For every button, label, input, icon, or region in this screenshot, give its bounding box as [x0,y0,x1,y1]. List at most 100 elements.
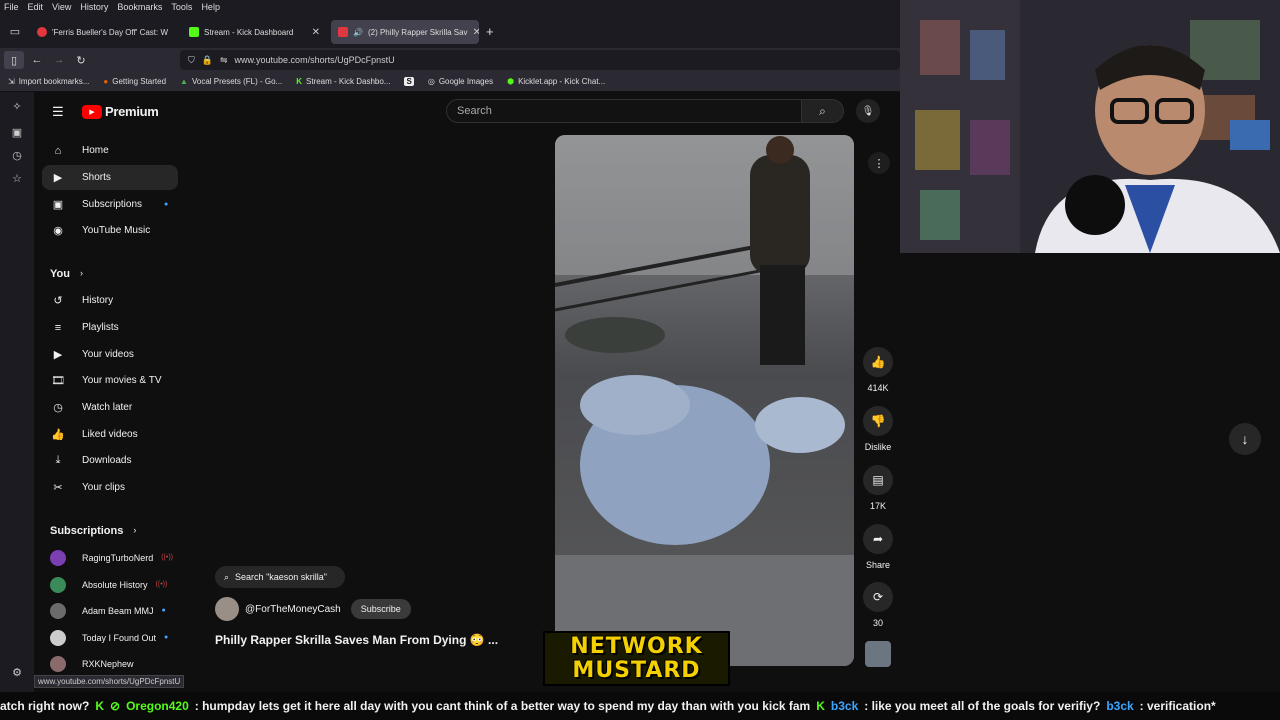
remix-count: 30 [872,618,883,628]
bookmark-label: Google Images [438,77,494,86]
nav-label: Playlists [82,322,119,333]
bookmark-label: Stream - Kick Dashbo... [306,77,391,86]
search-input[interactable]: Search [446,99,802,123]
history-clock-icon[interactable]: ◷ [10,149,24,163]
menu-file[interactable]: File [4,2,19,12]
shorts-icon: ▶ [53,172,63,184]
bookmark-import[interactable]: ⇲ Import bookmarks... [8,77,89,86]
subscriptions-heading[interactable]: Subscriptions › [50,525,136,537]
s-logo-icon: S [404,77,414,86]
sidebar-settings-icon[interactable]: ⚙ [10,666,24,680]
nav-label: Shorts [82,172,111,183]
channel-name: RagingTurboNerd [82,552,154,563]
subscribe-button[interactable]: Subscribe [350,599,411,619]
comments-button[interactable]: ▤ [863,465,893,495]
bookmark-getting-started[interactable]: ● Getting Started [103,77,166,86]
nav-label: Watch later [82,402,133,413]
forward-button[interactable]: → [48,49,70,71]
ai-sparkle-icon[interactable]: ✧ [10,100,24,114]
youtube-play-icon: ▶ [82,104,102,119]
tab-youtube-short[interactable]: 🔊 (2) Philly Rapper Skrilla Sav ✕ [331,20,479,44]
favicon-icon [37,27,47,37]
like-button[interactable]: 👍 [863,347,893,377]
tab-ferris-bueller[interactable]: 'Ferris Bueller's Day Off' Cast: W [30,20,182,44]
lock-icon[interactable]: 🔒 [202,55,213,66]
tab-title: Stream - Kick Dashboard [204,27,294,37]
tab-close-icon[interactable]: ✕ [312,27,320,38]
related-search-pill[interactable]: ⌕ Search "kaeson skrilla" [215,566,345,588]
next-short-button[interactable]: ↓ [1229,423,1261,455]
new-tab-button[interactable]: + [486,24,494,39]
network-mustard-logo: NETWORK MUSTARD [543,631,730,686]
sound-thumbnail[interactable] [865,641,891,667]
nav-playlists[interactable]: ≡ Playlists [42,315,178,340]
nav-label: Home [82,145,109,156]
live-icon: ((•)) [155,581,168,588]
nav-your-videos[interactable]: ▶ Your videos [42,342,178,367]
you-heading[interactable]: You › [50,268,83,280]
chevron-right-icon: › [133,525,137,535]
menu-edit[interactable]: Edit [28,2,44,12]
bookmark-vocal-presets[interactable]: ▲ Vocal Presets (FL) - Go... [180,77,282,86]
nav-shorts[interactable]: ▶ Shorts [42,165,178,190]
sub-channel-adam-beam[interactable]: Adam Beam MMJ ● [42,598,178,623]
nav-your-movies-tv[interactable]: 🎞 Your movies & TV [42,368,178,393]
menu-bookmarks[interactable]: Bookmarks [117,2,162,12]
download-icon: ⤓ [55,454,61,466]
more-options-icon[interactable]: ⋮ [868,152,890,174]
url-bar[interactable]: ⛉ 🔒 ⇋ www.youtube.com/shorts/UgPDcFpnstU [180,50,900,70]
bookmark-kick-dashboard[interactable]: K Stream - Kick Dashbo... [296,77,390,86]
sub-channel-today-i-found-out[interactable]: Today I Found Out ● [42,625,178,650]
search-button[interactable]: ⌕ [802,99,844,123]
nav-history[interactable]: ↺ History [42,288,178,313]
bookmark-label: Getting Started [112,77,167,86]
audio-playing-icon[interactable]: 🔊 [353,28,363,37]
bookmark-s[interactable]: S [404,77,414,86]
short-video-player[interactable] [555,135,854,666]
nav-youtube-music[interactable]: ◉ YouTube Music [42,218,178,243]
share-icon: ➦ [872,532,884,546]
bookmark-label: Import bookmarks... [18,77,90,86]
share-button[interactable]: ➦ [863,524,893,554]
permissions-icon[interactable]: ⇋ [220,55,228,66]
sub-channel-ragingturbonerd[interactable]: RagingTurboNerd ((•)) [42,545,178,570]
voice-search-button[interactable]: 🎙 [856,99,880,123]
menu-tools[interactable]: Tools [171,2,192,12]
nav-home[interactable]: ⌂ Home [42,138,178,163]
nav-downloads[interactable]: ⤓ Downloads [42,448,178,473]
reload-button[interactable]: ↻ [70,49,92,71]
channel-name[interactable]: @ForTheMoneyCash [245,604,341,615]
video-title[interactable]: Philly Rapper Skrilla Saves Man From Dyi… [215,633,498,647]
live-icon: ((•)) [161,554,173,561]
bookmark-label: Kicklet.app - Kick Chat... [518,77,606,86]
tab-kick-dashboard[interactable]: Stream - Kick Dashboard ✕ [182,20,327,44]
menu-history[interactable]: History [80,2,108,12]
shield-icon[interactable]: ⛉ [188,55,195,66]
back-button[interactable]: ← [26,49,48,71]
kick-icon: K [816,699,825,713]
url-text[interactable]: www.youtube.com/shorts/UgPDcFpnstU [235,55,395,65]
hamburger-menu-icon[interactable]: ☰ [52,104,64,120]
menu-help[interactable]: Help [201,2,220,12]
nav-liked-videos[interactable]: 👍 Liked videos [42,422,178,447]
sub-channel-rxknephew[interactable]: RXKNephew [42,651,178,676]
synced-tabs-icon[interactable]: ▣ [10,126,24,140]
nav-label: Your videos [82,349,134,360]
sidebar-toggle-icon[interactable]: ▯ [4,51,24,69]
tab-overview-icon[interactable]: ▭ [4,20,26,42]
remix-button[interactable]: ⟳ [863,582,893,612]
bookmark-star-icon[interactable]: ☆ [10,172,24,186]
dislike-button[interactable]: 👎 [863,406,893,436]
search-icon: ⌕ [819,103,826,118]
bookmark-kicklet[interactable]: ⬢ Kicklet.app - Kick Chat... [507,77,605,86]
nav-subscriptions[interactable]: ▣ Subscriptions ● [42,192,178,217]
nav-your-clips[interactable]: ✂ Your clips [42,475,178,500]
youtube-premium-logo[interactable]: ▶ Premium [82,104,159,119]
bookmark-google-images[interactable]: ◎ Google Images [428,77,493,86]
menu-view[interactable]: View [52,2,71,12]
sub-channel-absolute-history[interactable]: Absolute History ((•)) [42,572,178,597]
nav-watch-later[interactable]: ◷ Watch later [42,395,178,420]
channel-avatar[interactable] [215,597,239,621]
tab-close-icon[interactable]: ✕ [473,27,479,38]
firefox-menubar: File Edit View History Bookmarks Tools H… [0,0,900,14]
